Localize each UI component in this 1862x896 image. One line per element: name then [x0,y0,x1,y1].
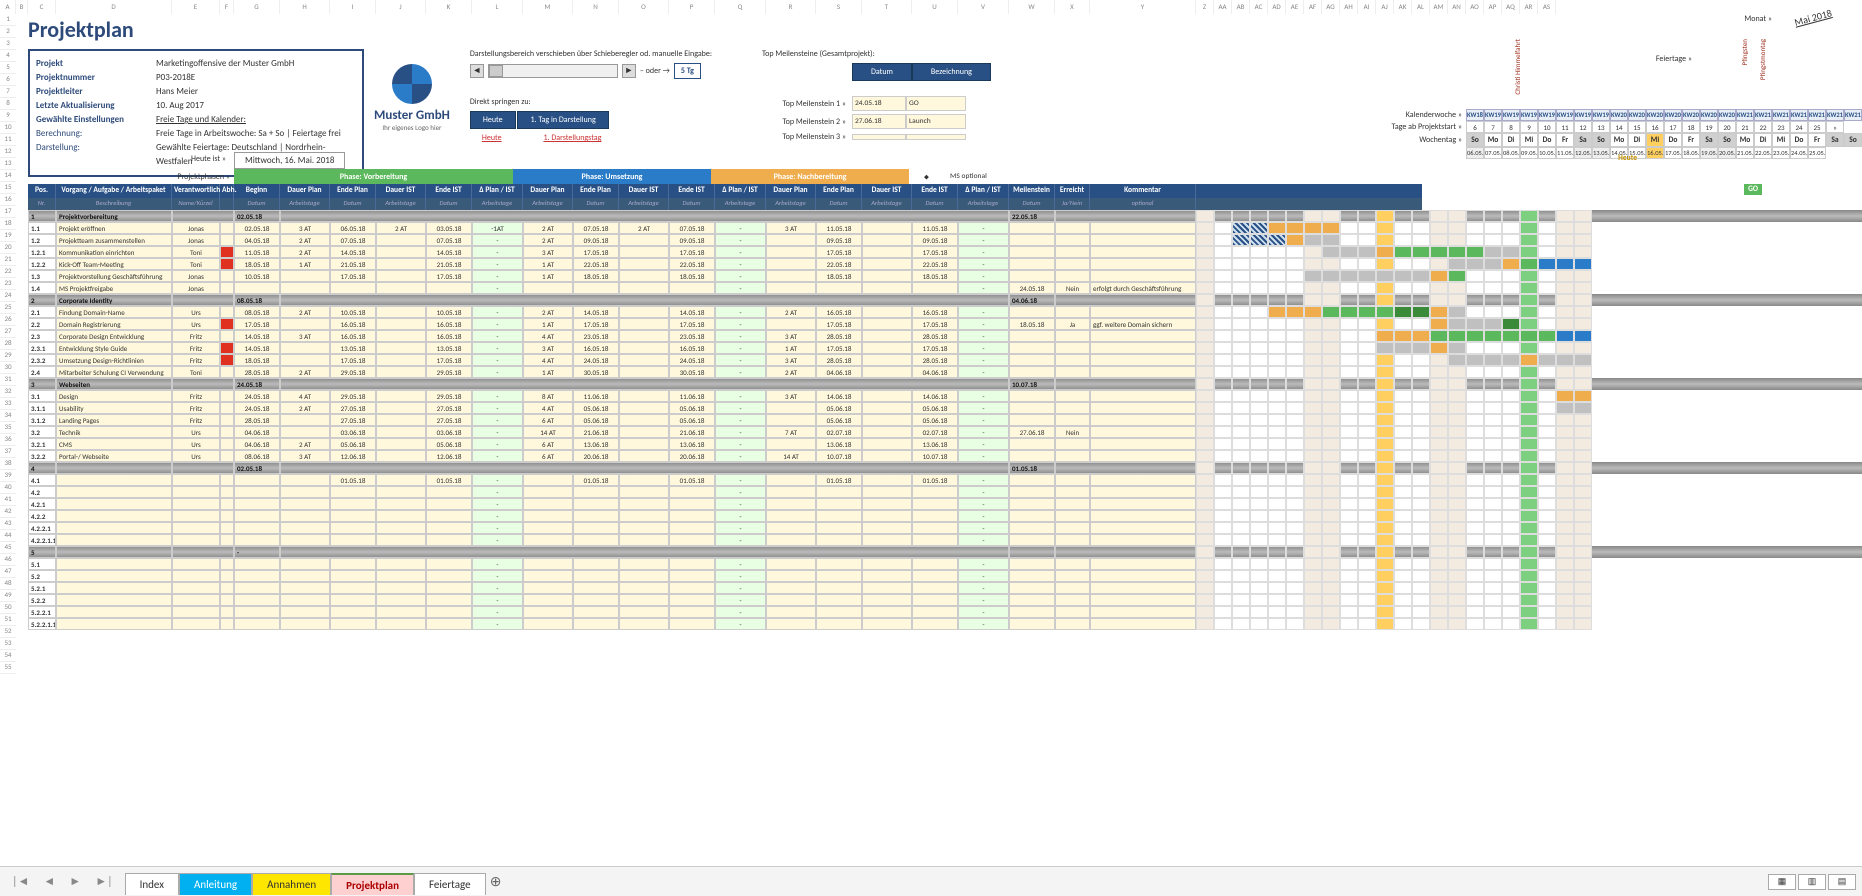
ms3-name[interactable] [906,134,966,140]
sheet-tab-anleitung[interactable]: Anleitung [179,873,252,895]
today-marker: Heute [1618,154,1637,163]
month-label: Monat » [1744,14,1772,24]
jump-firstday-link[interactable]: 1. Darstellungstag [543,133,601,143]
nav-first-icon[interactable]: |◄ [6,874,35,889]
table-header: Pos.Vorgang / Aufgabe / ArbeitspaketVera… [28,184,1422,198]
view-page-icon[interactable]: ▥ [1798,874,1826,890]
view-normal-icon[interactable]: ▦ [1768,874,1796,890]
add-sheet-button[interactable]: ⊕ [486,871,506,892]
phase-1: Phase: Vorbereitung [234,169,513,184]
holidays-label: Feiertage » [1656,54,1692,64]
go-marker: GO [1744,184,1762,195]
jump-today-link[interactable]: Heute [482,133,502,143]
milestones-title: Top Meilensteine (Gesamtprojekt): [762,49,991,59]
sheet-tab-projektplan[interactable]: Projektplan [331,873,414,895]
slider-track[interactable] [488,64,618,78]
jump-firstday-button[interactable]: 1. Tag in Darstellung [517,111,608,129]
ms3-date[interactable] [852,134,906,140]
slider-right-button[interactable]: ► [622,64,636,78]
view-break-icon[interactable]: ▤ [1828,874,1856,890]
today-value: Mittwoch, 16. Mai. 2018 [234,152,345,169]
column-headers: ABCDEFGHIJKLMNOPQRSTUVWXYZAAABACADAEAFAG… [0,0,1862,14]
logo-icon [392,64,432,104]
sheet-tab-feiertage[interactable]: Feiertage [414,873,486,895]
company-logo: Muster GmbH Ihr eigenes Logo hier [374,64,450,177]
calendar-header: Kalenderwoche »KW18KW19KW19KW19KW19KW19K… [1366,109,1862,159]
today-label: Heute ist » [166,154,226,164]
ms2-name[interactable]: Launch [906,114,966,129]
sheet-tab-annahmen[interactable]: Annahmen [252,873,331,895]
nav-prev-icon[interactable]: ◄ [37,874,61,889]
holiday-1: Christi Himmelfahrt [1513,39,1522,95]
jump-today-button[interactable]: Heute [470,111,516,129]
ms1-date[interactable]: 24.05.18 [852,96,906,111]
days-input[interactable]: 5 Tg [674,63,701,79]
slider-label: Darstellungsbereich verschieben über Sch… [470,49,712,59]
nav-last-icon[interactable]: ►| [89,874,118,889]
page-title: Projektplan [28,16,1862,43]
holiday-3: Pfingstmontag [1758,39,1767,80]
slider-left-button[interactable]: ◄ [470,64,484,78]
holiday-2: Pfingsten [1740,39,1749,65]
sheet-tab-index[interactable]: Index [125,873,179,895]
nav-next-icon[interactable]: ► [63,874,87,889]
ms2-date[interactable]: 27.06.18 [852,114,906,129]
phase-2: Phase: Umsetzung [513,169,711,184]
ms1-name[interactable]: GO [906,96,966,111]
slider-thumb[interactable] [489,65,503,77]
sheet-footer: |◄ ◄ ► ►| IndexAnleitungAnnahmenProjektp… [0,866,1862,896]
phase-3: Phase: Nachbereitung [711,169,909,184]
jump-label: Direkt springen zu: [470,97,712,107]
row-headers: 1234567891011121314151617181920212223242… [0,14,16,866]
table-subheader: Nr.BeschreibungName/KürzelDatumArbeitsta… [28,198,1422,210]
data-grid[interactable]: 1Projektvorbereitung02.05.1822.05.181.1P… [28,210,1862,866]
